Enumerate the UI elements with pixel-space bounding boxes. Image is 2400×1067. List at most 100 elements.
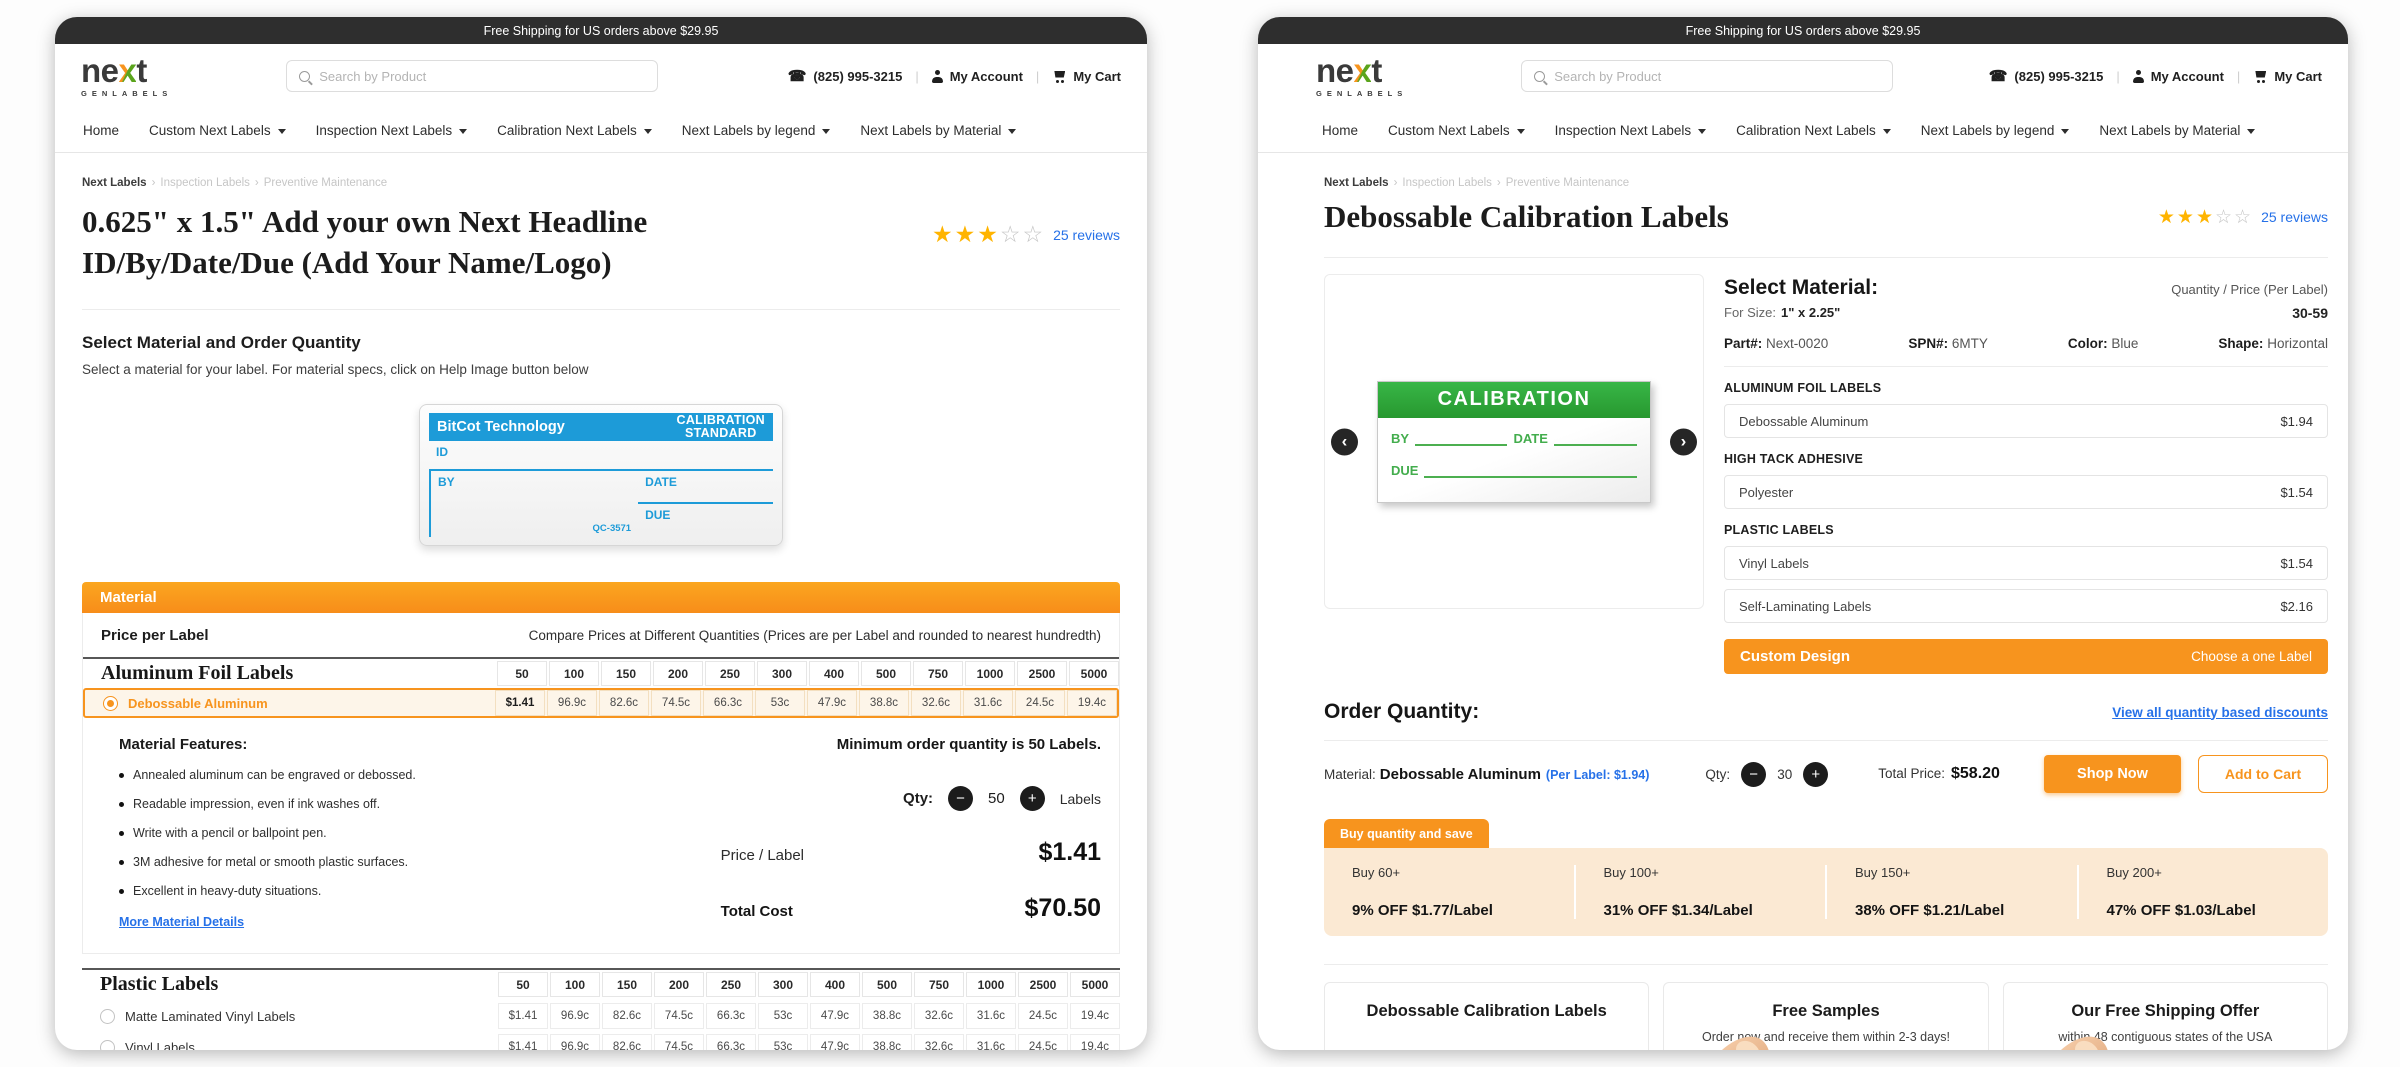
option-vinyl-labels[interactable]: Vinyl Labels $1.54 xyxy=(1724,546,2328,580)
breadcrumb-item[interactable]: Next Labels xyxy=(82,177,147,189)
free-shipping-banner: Free Shipping for US orders above $29.95 xyxy=(1258,17,2348,44)
radio-icon[interactable] xyxy=(100,1009,115,1024)
search-input[interactable] xyxy=(319,69,645,84)
qty-header-cell: 5000 xyxy=(1069,661,1119,686)
feature-item: Write with a pencil or ballpoint pen. xyxy=(119,826,655,840)
right-page-content: Next Labels › Inspection Labels › Preven… xyxy=(1258,153,2348,1050)
carousel-prev-button[interactable]: ‹ xyxy=(1331,428,1358,455)
price-label: Price / Label xyxy=(721,847,804,864)
site-logo[interactable]: next GENLABELS xyxy=(81,54,172,98)
logo-subtitle: GENLABELS xyxy=(1316,90,1407,98)
nav-calibration-next-labels[interactable]: Calibration Next Labels xyxy=(497,123,652,138)
qty-header-cell: 1000 xyxy=(966,972,1016,997)
search-input[interactable] xyxy=(1554,69,1880,84)
tier-offer: 31% OFF $1.34/Label xyxy=(1604,902,1798,919)
breadcrumb: Next Labels › Inspection Labels › Preven… xyxy=(1324,177,2328,189)
price-cell: 38.8c xyxy=(862,1003,912,1029)
radio-selected-icon[interactable] xyxy=(103,696,118,711)
write-line xyxy=(1415,434,1507,446)
breadcrumb-item[interactable]: Preventive Maintenance xyxy=(264,177,387,189)
breadcrumb-item[interactable]: Inspection Labels xyxy=(160,177,250,189)
more-material-details-link[interactable]: More Material Details xyxy=(119,915,244,929)
quantity-discounts-link[interactable]: View all quantity based discounts xyxy=(2112,705,2328,720)
qty-decrease-button[interactable]: − xyxy=(1741,762,1766,787)
nav-label: Calibration Next Labels xyxy=(497,123,637,138)
nav-inspection-next-labels[interactable]: Inspection Next Labels xyxy=(1555,123,1707,138)
nav-next-labels-by-legend[interactable]: Next Labels by legend xyxy=(1921,123,2070,138)
browser-window-left: Free Shipping for US orders above $29.95… xyxy=(55,17,1147,1050)
nav-next-labels-by-material[interactable]: Next Labels by Material xyxy=(2099,123,2255,138)
qty-decrease-button[interactable]: − xyxy=(948,786,973,811)
price-value: $1.41 xyxy=(1038,838,1101,867)
spec-value: Blue xyxy=(2111,336,2138,351)
search-box xyxy=(286,60,658,92)
promo-card-free-samples[interactable]: Free Samples Order now and receive them … xyxy=(1663,982,1988,1050)
option-self-laminating[interactable]: Self-Laminating Labels $2.16 xyxy=(1724,589,2328,623)
qty-value[interactable]: 50 xyxy=(988,790,1005,807)
price-cell: 31.6c xyxy=(966,1034,1016,1050)
for-size-value: 1" x 2.25" xyxy=(1781,305,1840,321)
qty-header-cell: 400 xyxy=(810,972,860,997)
nav-label: Home xyxy=(83,123,119,138)
nav-home[interactable]: Home xyxy=(83,123,119,138)
qty-header-cell: 2500 xyxy=(1017,661,1067,686)
my-account-link[interactable]: My Account xyxy=(932,69,1023,84)
section-name: Aluminum Foil Labels xyxy=(101,662,495,685)
my-account-link[interactable]: My Account xyxy=(2133,69,2224,84)
caret-down-icon xyxy=(2061,129,2069,134)
group-high-tack: HIGH TACK ADHESIVE xyxy=(1724,452,2328,466)
savings-tier: Buy 100+ 31% OFF $1.34/Label xyxy=(1576,865,1828,919)
price-cell: 74.5c xyxy=(654,1003,704,1029)
nav-custom-next-labels[interactable]: Custom Next Labels xyxy=(149,123,286,138)
nav-label: Inspection Next Labels xyxy=(316,123,453,138)
material-row-vinyl-labels[interactable]: Vinyl Labels $1.4196.9c82.6c74.5c66.3c53… xyxy=(82,1033,1120,1050)
phone-link[interactable]: ☎(825) 995-3215 xyxy=(788,69,903,84)
custom-design-button[interactable]: Custom Design Choose a one Label xyxy=(1724,639,2328,674)
breadcrumb-item[interactable]: Preventive Maintenance xyxy=(1506,177,1629,189)
shop-now-button[interactable]: Shop Now xyxy=(2044,755,2181,793)
option-price: $1.94 xyxy=(2280,414,2313,429)
breadcrumb-item[interactable]: Inspection Labels xyxy=(1402,177,1492,189)
logo-x: x xyxy=(1354,52,1372,89)
carousel-next-button[interactable]: › xyxy=(1670,428,1697,455)
nav-custom-next-labels[interactable]: Custom Next Labels xyxy=(1388,123,1525,138)
card-title: Our Free Shipping Offer xyxy=(2004,1002,2327,1021)
search-box xyxy=(1521,60,1893,92)
phone-icon: ☎ xyxy=(788,69,807,84)
nav-calibration-next-labels[interactable]: Calibration Next Labels xyxy=(1736,123,1891,138)
header-divider: | xyxy=(915,69,918,84)
material-row-debossable-aluminum[interactable]: Debossable Aluminum $1.4196.9c82.6c74.5c… xyxy=(83,688,1119,718)
add-to-cart-button[interactable]: Add to Cart xyxy=(2198,755,2328,793)
label-type-line1: CALIBRATION xyxy=(677,413,765,427)
nav-home[interactable]: Home xyxy=(1322,123,1358,138)
buy-quantity-save-tab[interactable]: Buy quantity and save xyxy=(1324,819,1489,848)
my-cart-link[interactable]: My Cart xyxy=(1052,69,1121,84)
logo-t: t xyxy=(1371,52,1382,89)
phone-link[interactable]: ☎(825) 995-3215 xyxy=(1989,69,2104,84)
bullet-icon xyxy=(119,889,124,894)
promo-card-debossable[interactable]: Debossable Calibration Labels CALIBRATIO… xyxy=(1324,982,1649,1050)
nav-next-labels-by-legend[interactable]: Next Labels by legend xyxy=(682,123,831,138)
label-type-line2: STANDARD xyxy=(685,426,757,440)
feature-item: Excellent in heavy-duty situations. xyxy=(119,884,655,898)
my-cart-link[interactable]: My Cart xyxy=(2253,69,2322,84)
breadcrumb-item[interactable]: Next Labels xyxy=(1324,177,1389,189)
tier-quantity: Buy 100+ xyxy=(1604,865,1798,880)
reviews-link[interactable]: 25 reviews xyxy=(2261,209,2328,225)
option-polyester[interactable]: Polyester $1.54 xyxy=(1724,475,2328,509)
qty-increase-button[interactable]: + xyxy=(1020,786,1045,811)
tier-quantity: Buy 60+ xyxy=(1352,865,1546,880)
nav-next-labels-by-material[interactable]: Next Labels by Material xyxy=(860,123,1016,138)
promo-card-free-shipping[interactable]: Our Free Shipping Offer within 48 contig… xyxy=(2003,982,2328,1050)
option-price: $2.16 xyxy=(2280,599,2313,614)
reviews-link[interactable]: 25 reviews xyxy=(1053,227,1120,243)
material-row-matte-laminated-vinyl[interactable]: Matte Laminated Vinyl Labels $1.4196.9c8… xyxy=(82,1002,1120,1030)
per-label-price[interactable]: (Per Label: $1.94) xyxy=(1546,768,1650,782)
radio-icon[interactable] xyxy=(100,1040,115,1051)
nav-inspection-next-labels[interactable]: Inspection Next Labels xyxy=(316,123,468,138)
site-logo[interactable]: next GENLABELS xyxy=(1316,54,1407,98)
compare-note: Compare Prices at Different Quantities (… xyxy=(529,628,1101,643)
option-debossable-aluminum[interactable]: Debossable Aluminum $1.94 xyxy=(1724,404,2328,438)
qty-increase-button[interactable]: + xyxy=(1803,762,1828,787)
qty-value[interactable]: 30 xyxy=(1777,767,1792,782)
